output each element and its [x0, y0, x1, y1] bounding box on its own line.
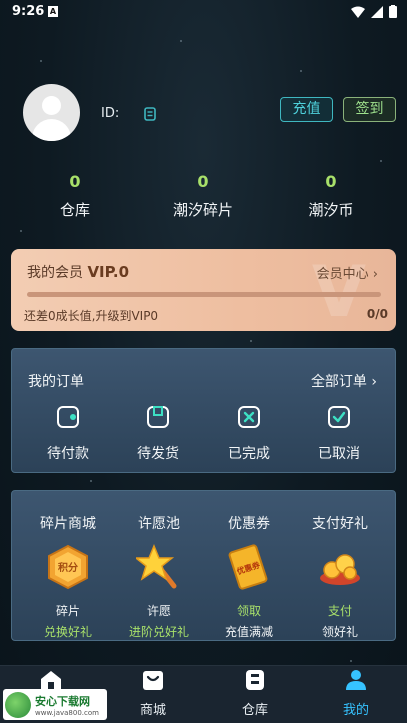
order-label: 已取消 [318, 446, 360, 462]
coupon-icon: 优惠券 [228, 544, 268, 590]
stat-value: 0 [69, 172, 81, 191]
logo-url: www.java800.com [35, 708, 99, 717]
vip-progress-bar [27, 292, 381, 297]
logo-mark-icon [5, 691, 31, 718]
vip-level: VIP.0 [87, 263, 130, 281]
vip-card[interactable]: V 我的会员 VIP.0 会员中心 › 还差0成长值,升级到VIP0 0/0 [11, 249, 396, 331]
vip-progress-text: 0/0 [366, 307, 388, 321]
orders-title: 我的订单 [28, 374, 84, 390]
badge-text: 积分 [58, 561, 78, 574]
coins-icon [320, 554, 360, 585]
order-pending-payment[interactable]: 待付款 [33, 405, 103, 463]
box-icon [147, 406, 169, 428]
chevron-right-icon: › [371, 374, 377, 390]
all-orders-link[interactable]: 全部订单 › [311, 371, 377, 391]
star [90, 480, 92, 482]
site-watermark-logo: 安心下载网 www.java800.com [3, 689, 107, 720]
stat-warehouse[interactable]: 0 仓库 [20, 172, 130, 220]
nav-label: 商城 [139, 703, 166, 718]
feature-title: 许愿池 [138, 516, 180, 532]
feature-payment-gift[interactable]: 支付好礼 支付 领好礼 [298, 513, 382, 640]
feature-line2: 兑换好礼 [43, 625, 92, 639]
fragment-badge-icon: 积分 [48, 544, 88, 590]
status-bar: 9:26 A [0, 0, 407, 26]
nav-label: 仓库 [241, 703, 268, 718]
vip-hint: 还差0成长值,升级到VIP0 [24, 309, 159, 323]
stat-coins[interactable]: 0 潮汐币 [276, 172, 386, 220]
sign-in-button[interactable]: 签到 [343, 97, 396, 122]
nav-shop[interactable]: 商城 [103, 668, 203, 718]
wallet-icon [57, 406, 79, 428]
status-icons [351, 5, 397, 18]
order-cancelled[interactable]: 已取消 [304, 405, 374, 463]
all-orders-label: 全部订单 [310, 374, 367, 390]
star [250, 340, 252, 342]
logo-title: 安心下载网 [35, 694, 90, 708]
feature-coupon[interactable]: 优惠券 优惠券 领取 充值满减 [207, 513, 291, 640]
vip-center-link[interactable]: 会员中心 › [317, 263, 378, 282]
star [350, 660, 352, 662]
wifi-icon [351, 6, 365, 18]
order-pending-shipment[interactable]: 待发货 [123, 405, 193, 463]
feature-line2: 领好礼 [321, 625, 358, 639]
logo-text: 安心下载网 www.java800.com [35, 693, 99, 717]
stat-fragments[interactable]: 0 潮汐碎片 [148, 172, 258, 220]
star-wand-icon [133, 544, 177, 589]
avatar-head [42, 96, 61, 115]
features-panel: 碎片商城 积分 碎片 兑换好礼 许愿池 许愿 进阶兑好礼 优惠券 优惠券 领取 … [11, 490, 396, 641]
stat-value: 0 [197, 172, 209, 191]
order-completed[interactable]: 已完成 [214, 405, 284, 463]
star [300, 70, 302, 72]
star [40, 60, 42, 62]
stat-label: 潮汐碎片 [172, 201, 233, 219]
star [180, 40, 182, 42]
feature-line1: 支付 [327, 604, 352, 618]
avatar[interactable] [23, 84, 80, 141]
recharge-button[interactable]: 充值 [280, 97, 333, 122]
order-label: 待付款 [47, 446, 89, 462]
nav-mine[interactable]: 我的 [306, 668, 406, 718]
order-label: 待发货 [137, 446, 179, 462]
feature-line1: 碎片 [55, 604, 80, 618]
feature-title: 支付好礼 [312, 516, 368, 532]
nav-label: 我的 [342, 703, 369, 718]
vip-title: 我的会员 VIP.0 [27, 262, 129, 282]
feature-fragment-shop[interactable]: 碎片商城 积分 碎片 兑换好礼 [26, 513, 110, 640]
avatar-body [32, 119, 71, 141]
vip-center-label: 会员中心 [316, 267, 369, 282]
feature-line2: 进阶兑好礼 [128, 625, 189, 639]
feature-line1: 许愿 [146, 604, 171, 618]
order-label: 已完成 [228, 446, 270, 462]
stat-label: 潮汐币 [308, 201, 354, 219]
nav-warehouse[interactable]: 仓库 [205, 668, 305, 718]
warehouse-icon [246, 670, 264, 690]
feature-title: 碎片商城 [40, 516, 96, 532]
battery-icon [389, 5, 397, 18]
check-icon [328, 406, 350, 428]
vip-title-text: 我的会员 [27, 265, 83, 281]
feature-title: 优惠券 [228, 516, 270, 532]
done-icon [238, 406, 260, 428]
star [20, 230, 22, 232]
feature-wish-pool[interactable]: 许愿池 许愿 进阶兑好礼 [117, 513, 201, 640]
app-notification-icon: A [48, 6, 58, 17]
user-id-label: ID: [101, 106, 120, 121]
stat-value: 0 [325, 172, 337, 191]
star [380, 160, 382, 162]
stat-label: 仓库 [59, 201, 90, 219]
copy-icon[interactable] [144, 107, 156, 121]
feature-line2: 充值满减 [224, 625, 273, 639]
orders-panel: 我的订单 全部订单 › 待付款 待发货 已完成 已取消 [11, 348, 396, 473]
shop-icon [143, 671, 163, 690]
chevron-right-icon: › [372, 267, 378, 282]
feature-line1: 领取 [236, 604, 261, 618]
user-icon [346, 670, 366, 690]
signal-icon [371, 5, 383, 18]
status-time: 9:26 [12, 4, 45, 19]
